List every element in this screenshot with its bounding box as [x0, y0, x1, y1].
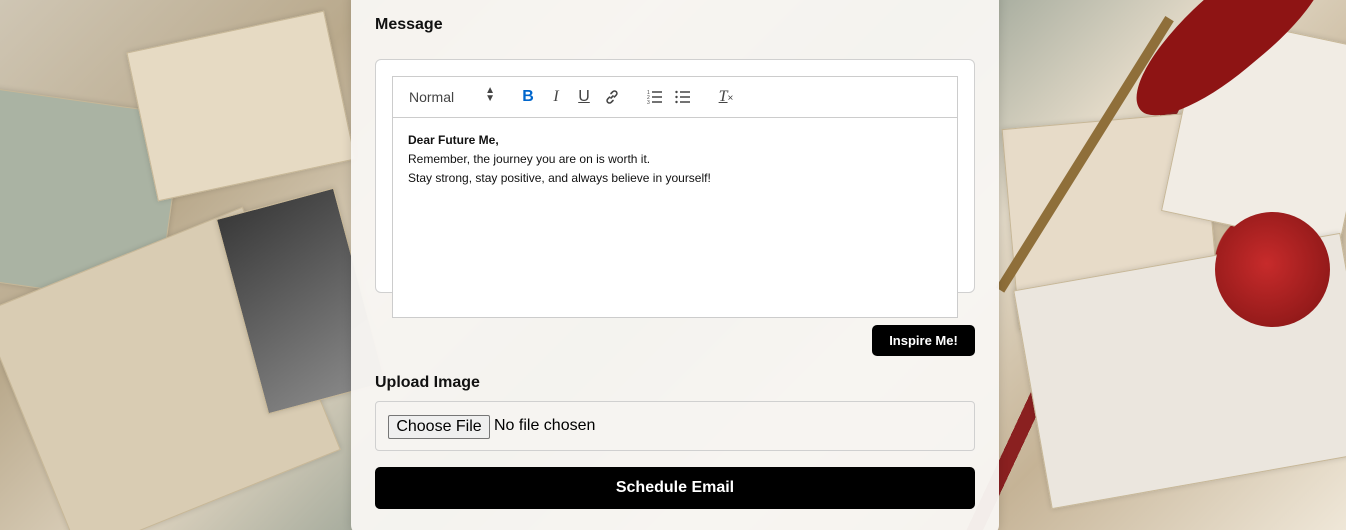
bullet-list-icon	[675, 90, 690, 104]
ordered-list-icon: 1 2 3	[647, 90, 662, 105]
message-line: Stay strong, stay positive, and always b…	[408, 171, 711, 185]
message-editor-card: Normal ▲ ▼ B I U 1 2 3 T× Dear Future Me…	[375, 59, 975, 318]
underline-button[interactable]: U	[573, 87, 595, 107]
format-select-value: Normal	[409, 89, 455, 105]
background-postcard	[126, 10, 356, 202]
schedule-email-button[interactable]: Schedule Email	[375, 467, 975, 509]
inspire-me-button[interactable]: Inspire Me!	[872, 325, 975, 356]
clear-format-button[interactable]: T×	[715, 87, 737, 107]
file-upload-field: Choose File No file chosen	[375, 401, 975, 451]
editor-content[interactable]: Dear Future Me, Remember, the journey yo…	[393, 118, 957, 201]
ordered-list-button[interactable]: 1 2 3	[644, 87, 666, 107]
message-line: Remember, the journey you are on is wort…	[408, 152, 651, 166]
svg-text:3: 3	[647, 100, 650, 105]
link-icon	[606, 90, 618, 104]
clear-format-icon: T	[718, 88, 728, 105]
wax-seal	[1215, 212, 1330, 327]
email-form-panel: Message Normal ▲ ▼ B I U 1 2 3 T× Dear F…	[351, 0, 999, 530]
select-arrows-icon: ▲ ▼	[485, 85, 495, 104]
rich-text-editor: Normal ▲ ▼ B I U 1 2 3 T× Dear Future Me…	[392, 76, 958, 318]
bullet-list-button[interactable]	[672, 87, 694, 107]
file-status-text: No file chosen	[494, 417, 596, 434]
format-select[interactable]: Normal ▲ ▼	[409, 85, 495, 106]
link-button[interactable]	[601, 87, 623, 107]
message-label: Message	[375, 16, 443, 33]
bold-button[interactable]: B	[517, 87, 539, 107]
choose-file-button[interactable]: Choose File	[388, 415, 490, 439]
italic-button[interactable]: I	[545, 87, 567, 107]
editor-toolbar: Normal ▲ ▼ B I U 1 2 3 T×	[393, 77, 957, 118]
message-line: Dear Future Me,	[408, 133, 499, 147]
upload-image-label: Upload Image	[375, 374, 480, 391]
